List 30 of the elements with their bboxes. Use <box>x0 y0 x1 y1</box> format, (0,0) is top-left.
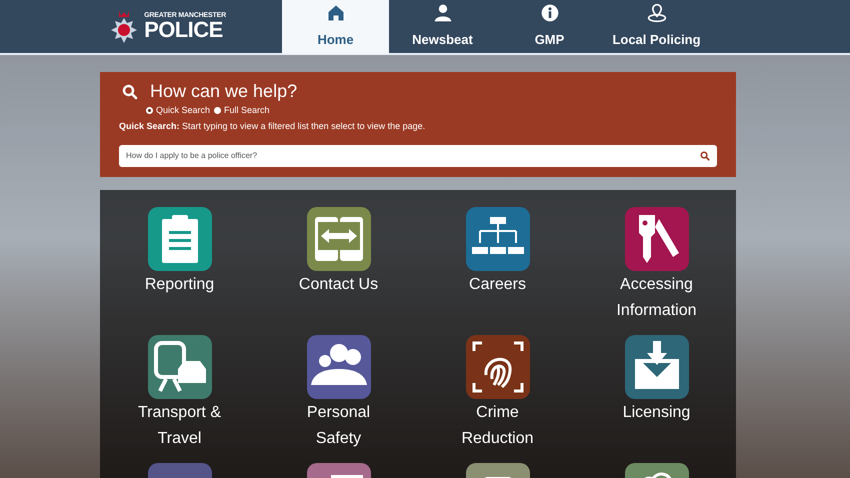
clipboard-icon[interactable] <box>148 206 212 270</box>
nav-tab[interactable]: Newsbeat <box>389 0 496 54</box>
search-mode-radio[interactable]: Quick Search <box>146 105 210 116</box>
search-heading: How can we help? <box>150 80 298 103</box>
fingerprint-icon[interactable] <box>466 334 530 398</box>
tile-label[interactable]: Licensing <box>602 400 712 426</box>
info-icon <box>540 2 560 22</box>
tile-label[interactable]: Careers <box>442 272 552 298</box>
map-pin-icon <box>646 2 666 22</box>
tile-label[interactable]: Contact Us <box>284 272 394 298</box>
nav-tab[interactable]: Local Policing <box>603 0 710 54</box>
search-field[interactable]: How do I apply to be a police officer? <box>119 144 717 166</box>
search-icon[interactable] <box>700 150 710 160</box>
search-hint: Quick Search: Start typing to view a filtered list then select to view the page. <box>119 120 426 133</box>
nav-tab[interactable]: Home <box>282 0 389 54</box>
org-chart-icon[interactable] <box>466 206 530 270</box>
tile-label[interactable]: Crime Reduction <box>442 400 552 452</box>
tile-label[interactable]: Accessing Information <box>602 272 712 324</box>
search-icon <box>122 84 138 100</box>
house-icon <box>326 2 346 22</box>
group-of-people-icon[interactable] <box>306 334 370 398</box>
tile-label[interactable]: Personal Safety <box>284 400 394 452</box>
tile-label[interactable]: Reporting <box>124 272 234 298</box>
person-icon <box>432 2 452 22</box>
logo-title: POLICE <box>144 19 223 41</box>
nav-tab[interactable]: GMP <box>496 0 603 54</box>
keys-icon[interactable] <box>624 206 688 270</box>
tile-label[interactable]: Transport & Travel <box>124 400 234 452</box>
search-mode-radio[interactable]: Full Search <box>214 105 270 116</box>
two-phones-icon[interactable] <box>306 206 370 270</box>
